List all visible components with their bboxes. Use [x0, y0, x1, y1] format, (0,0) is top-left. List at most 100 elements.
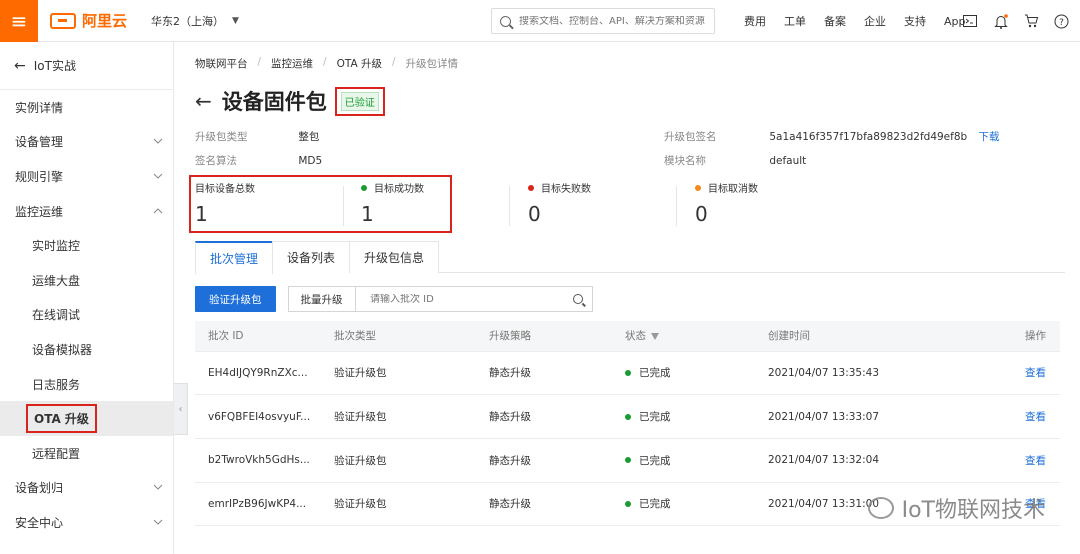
- sidebar-item[interactable]: 运维大盘: [0, 263, 173, 298]
- cell-batch-id: emrIPzB96JwKP4...: [195, 482, 321, 527]
- sidebar-item-label: OTA 升级: [26, 404, 97, 434]
- region-selector[interactable]: 华东2（上海） ▼: [151, 13, 239, 29]
- signature-value: 5a1a416f357f17bfa89823d2fd49ef8b: [769, 131, 968, 143]
- status-text: 已完成: [639, 367, 671, 380]
- status-dot-icon: [625, 457, 631, 464]
- link-billing[interactable]: 费用: [744, 13, 766, 29]
- collapse-sidebar-icon[interactable]: ‹: [174, 383, 188, 435]
- cell-status: 已完成: [612, 482, 755, 527]
- table-header-row: 批次 ID 批次类型 升级策略 状态 创建时间 操作: [195, 321, 1060, 352]
- col-created: 创建时间: [755, 321, 1012, 352]
- sidebar-item-label: 远程配置: [32, 446, 81, 461]
- sidebar-item-label: 在线调试: [32, 308, 81, 323]
- main-content: 物联网平台 / 监控运维 / OTA 升级 / 升级包详情 ← 设备固件包 已验…: [189, 42, 1065, 554]
- sidebar-item[interactable]: 设备管理: [0, 125, 173, 160]
- table-row: v6FQBFEI4osvyuF... 验证升级包 静态升级 已完成 2021/04/07…: [195, 394, 1060, 439]
- batch-search[interactable]: [355, 286, 593, 312]
- logo-text: 阿里云: [82, 12, 128, 30]
- tab-batch-management[interactable]: 批次管理: [195, 241, 274, 274]
- meta-label: 签名算法: [195, 155, 237, 167]
- help-icon[interactable]: ?: [1053, 13, 1069, 29]
- link-icp[interactable]: 备案: [824, 13, 846, 29]
- sidebar-item[interactable]: 日志服务: [0, 367, 173, 402]
- sidebar-item-label: 设备划归: [15, 481, 64, 496]
- caret-down-icon: ▼: [232, 15, 239, 26]
- cell-batch-type: 验证升级包: [321, 351, 476, 396]
- stat-value: 0: [528, 202, 541, 226]
- sidebar: ← IoT实战 实例详情设备管理规则引擎 监控运维 实时监控 运维大盘在线调试设备模拟…: [0, 42, 174, 554]
- global-search[interactable]: [491, 8, 715, 34]
- hamburger-menu-icon[interactable]: ≡: [0, 0, 38, 42]
- stats-highlight-box: [189, 175, 452, 233]
- col-action: 操作: [1012, 321, 1060, 352]
- batch-search-input[interactable]: [370, 293, 560, 305]
- sidebar-item[interactable]: 规则引擎: [0, 159, 173, 194]
- chevron-down-icon: [153, 517, 163, 528]
- sidebar-item[interactable]: 在线调试: [0, 298, 173, 333]
- col-status-label: 状态: [625, 330, 646, 343]
- back-arrow-icon: ←: [14, 57, 26, 74]
- cell-action: 查看: [1012, 394, 1060, 439]
- sidebar-item[interactable]: 设备划归: [0, 471, 173, 506]
- sidebar-item-label: 实例详情: [15, 100, 64, 115]
- view-link[interactable]: 查看: [1025, 367, 1046, 379]
- cell-batch-type: 验证升级包: [321, 394, 476, 439]
- stat-label: 目标失败数: [541, 184, 591, 195]
- breadcrumb-monitoring[interactable]: 监控运维: [271, 56, 313, 71]
- link-support[interactable]: 支持: [904, 13, 926, 29]
- tab-package-info[interactable]: 升级包信息: [349, 241, 440, 273]
- meta-pkg-type: 升级包类型 整包: [195, 129, 319, 144]
- batch-upgrade-button[interactable]: 批量升级: [287, 286, 356, 312]
- breadcrumb-iot-platform[interactable]: 物联网平台: [195, 56, 248, 71]
- sidebar-item-label: 设备模拟器: [32, 342, 93, 357]
- divider: [676, 186, 677, 226]
- bell-icon[interactable]: [993, 13, 1009, 29]
- sidebar-item[interactable]: 设备模拟器: [0, 332, 173, 367]
- link-enterprise[interactable]: 企业: [864, 13, 886, 29]
- cell-batch-id: v6FQBFEI4osvyuF...: [195, 394, 321, 439]
- search-icon: [500, 15, 511, 27]
- cell-strategy: 静态升级: [476, 482, 612, 527]
- cell-action: 查看: [1012, 351, 1060, 396]
- breadcrumb: 物联网平台 / 监控运维 / OTA 升级 / 升级包详情: [195, 56, 458, 71]
- search-icon[interactable]: [573, 294, 583, 304]
- sidebar-item[interactable]: 监控运维: [0, 194, 173, 229]
- breadcrumb-ota[interactable]: OTA 升级: [337, 56, 382, 71]
- tab-device-list[interactable]: 设备列表: [272, 241, 351, 273]
- sidebar-item-label: 设备管理: [15, 135, 64, 150]
- sidebar-back[interactable]: ← IoT实战: [0, 42, 173, 90]
- col-status[interactable]: 状态: [612, 321, 755, 352]
- breadcrumb-separator: /: [391, 56, 396, 68]
- meta-value: MD5: [298, 155, 323, 167]
- filter-icon[interactable]: [651, 332, 659, 340]
- verify-package-button[interactable]: 验证升级包: [195, 286, 276, 312]
- meta-value: default: [769, 155, 807, 167]
- watermark-text: IoT物联网技术: [901, 498, 1045, 523]
- region-label: 华东2（上海）: [151, 14, 225, 28]
- download-link[interactable]: 下载: [979, 131, 1000, 143]
- sidebar-item[interactable]: 实时监控: [0, 228, 173, 263]
- meta-signature: 升级包签名 5a1a416f357f17bfa89823d2fd49ef8b 下…: [664, 129, 1000, 144]
- sidebar-item[interactable]: 实例详情: [0, 90, 173, 125]
- cell-strategy: 静态升级: [476, 394, 612, 439]
- cell-created: 2021/04/07 13:32:04: [755, 438, 1012, 483]
- back-arrow-icon[interactable]: ←: [195, 89, 212, 113]
- cart-icon[interactable]: [1023, 13, 1039, 29]
- sidebar-item[interactable]: 远程配置: [0, 436, 173, 471]
- badge-highlight: 已验证: [334, 86, 385, 116]
- link-tickets[interactable]: 工单: [784, 13, 806, 29]
- terminal-icon[interactable]: [962, 13, 978, 29]
- chevron-down-icon: [153, 482, 163, 493]
- aliyun-logo[interactable]: 阿里云: [50, 10, 127, 31]
- sidebar-item[interactable]: OTA 升级: [0, 401, 173, 436]
- global-search-input[interactable]: [519, 15, 709, 27]
- status-dot-icon: [625, 413, 631, 420]
- view-link[interactable]: 查看: [1025, 455, 1046, 467]
- sidebar-item[interactable]: 安全中心: [0, 505, 173, 540]
- sidebar-items: 实例详情设备管理规则引擎 监控运维 实时监控 运维大盘在线调试设备模拟器日志服务 OTA…: [0, 90, 173, 540]
- meta-sign-algo: 签名算法 MD5: [195, 153, 322, 168]
- status-text: 已完成: [639, 454, 671, 467]
- sidebar-item-label: 日志服务: [32, 377, 81, 392]
- view-link[interactable]: 查看: [1025, 411, 1046, 423]
- cell-status: 已完成: [612, 438, 755, 483]
